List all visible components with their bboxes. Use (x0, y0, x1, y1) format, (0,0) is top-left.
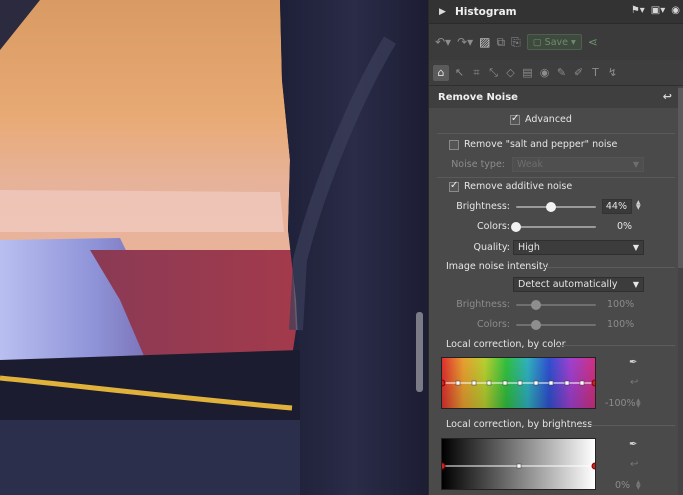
save-button[interactable]: ▢ Save ▾ (526, 34, 582, 50)
brightness-knob[interactable] (546, 202, 557, 212)
panel-scroll-thumb[interactable] (678, 88, 683, 268)
intensity-brightness-label: Brightness: (456, 299, 510, 310)
local-brightness-value[interactable]: 0% (615, 480, 630, 491)
advanced-checkbox[interactable] (510, 113, 520, 125)
salt-pepper-checkbox[interactable] (449, 140, 459, 150)
eye-icon[interactable]: ◉ (538, 66, 551, 79)
local-color-stepper[interactable]: ▲ ▼ (636, 398, 641, 409)
divider (437, 177, 675, 178)
frame-icon[interactable]: ▤ (521, 66, 534, 79)
intensity-brightness-knob[interactable] (531, 300, 541, 310)
divider (437, 133, 675, 134)
intensity-colors-knob[interactable] (531, 320, 541, 330)
share-icon[interactable]: ⋖ (588, 35, 598, 49)
colors-value[interactable]: 0% (617, 221, 632, 232)
chevron-down-icon: ▼ (632, 243, 639, 252)
local-color-title: Local correction, by color (446, 339, 566, 350)
histogram-header[interactable]: ▶ Histogram ⚑▾ ▣▾ ◉ (429, 0, 683, 24)
transform-icon[interactable]: ⤡ (487, 66, 500, 80)
colors-label: Colors: (477, 221, 510, 232)
color-curve-graph[interactable] (438, 358, 599, 408)
circle-icon[interactable]: ◉ (671, 5, 680, 16)
eyedropper-icon[interactable]: ✒ (629, 439, 637, 450)
reset-icon[interactable]: ↩ (630, 377, 638, 388)
brightness-stepper[interactable]: ▲ ▼ (636, 200, 641, 211)
tag-icon[interactable]: ◇ (504, 66, 517, 79)
chevron-down-icon: ▼ (632, 280, 639, 289)
eyedropper-icon[interactable]: ✒ (629, 357, 637, 368)
intensity-colors-value: 100% (607, 319, 635, 330)
chevron-down-icon: ▼ (632, 160, 639, 169)
image-icon[interactable]: ▨ (479, 35, 490, 49)
intensity-colors-label: Colors: (477, 319, 510, 330)
histogram-title: Histogram (455, 5, 517, 18)
brightness-curve-editor[interactable] (438, 438, 599, 490)
salt-pepper-label: Remove "salt and pepper" noise (464, 139, 618, 150)
noise-type-dropdown[interactable]: Weak ▼ (512, 157, 644, 172)
histogram-icons: ⚑▾ ▣▾ ◉ (631, 5, 680, 16)
section-header[interactable]: Remove Noise ↩ (429, 86, 683, 108)
brightness-curve-graph[interactable] (438, 439, 599, 489)
copy-icon[interactable]: ⧉ (497, 35, 506, 50)
crop-icon[interactable]: ⌗ (470, 66, 483, 80)
divider (541, 267, 675, 268)
photo-scrollbar[interactable] (416, 312, 423, 392)
intensity-title: Image noise intensity (446, 261, 549, 272)
quality-value: High (518, 242, 540, 253)
noise-type-label: Noise type: (451, 159, 505, 170)
intensity-mode: Detect automatically (518, 279, 618, 290)
local-color-value[interactable]: -100% (605, 398, 636, 409)
brightness-value[interactable]: 44% (602, 199, 632, 214)
caret-right-icon[interactable]: ▶ (439, 7, 449, 17)
tool-panel: ▶ Histogram ⚑▾ ▣▾ ◉ ↶▾ ↷▾ ▨ ⧉ ⎘ ▢ Save ▾… (428, 0, 683, 495)
local-brightness-title: Local correction, by brightness (446, 419, 593, 430)
additive-label: Remove additive noise (464, 181, 573, 192)
edit-toolbar: ↶▾ ↷▾ ▨ ⧉ ⎘ ▢ Save ▾ ⋖ (429, 24, 683, 60)
save-icon: ▢ (532, 36, 542, 48)
chevron-down-icon: ▾ (571, 36, 576, 48)
advanced-label: Advanced (525, 114, 572, 125)
additive-checkbox[interactable] (449, 180, 459, 192)
redo-icon[interactable]: ↷▾ (457, 35, 473, 49)
intensity-dropdown[interactable]: Detect automatically ▼ (513, 277, 644, 292)
paste-icon[interactable]: ⎘ (511, 35, 521, 50)
section-title: Remove Noise (438, 91, 518, 103)
pointer-icon[interactable]: ↖ (453, 66, 466, 79)
text-icon[interactable]: T (589, 66, 602, 79)
pin-icon[interactable]: ⚑▾ (631, 5, 645, 16)
intensity-brightness-value: 100% (607, 299, 635, 310)
monitor-icon[interactable]: ▣▾ (651, 5, 665, 16)
reset-icon[interactable]: ↩ (663, 90, 672, 103)
tools-toolbar: ⌂ ↖ ⌗ ⤡ ◇ ▤ ◉ ✎ ✐ T ↯ (429, 60, 683, 86)
pen-icon[interactable]: ✐ (572, 66, 585, 79)
undo-icon[interactable]: ↶▾ (435, 35, 451, 49)
reset-icon[interactable]: ↩ (630, 459, 638, 470)
divider (556, 345, 675, 346)
brightness-label: Brightness: (456, 201, 510, 212)
photo-image (0, 0, 428, 495)
quality-dropdown[interactable]: High ▼ (513, 240, 644, 255)
save-label: Save (544, 36, 568, 48)
local-brightness-stepper[interactable]: ▲ ▼ (636, 480, 641, 491)
colors-slider[interactable] (520, 226, 596, 228)
intensity-brightness-slider[interactable] (516, 304, 596, 306)
noise-type-value: Weak (517, 159, 544, 170)
photo-canvas[interactable] (0, 0, 428, 495)
quality-label: Quality: (473, 242, 510, 253)
colors-knob[interactable] (511, 222, 521, 232)
color-curve-editor[interactable] (438, 357, 599, 409)
home-icon[interactable]: ⌂ (433, 64, 449, 81)
divider (577, 425, 675, 426)
brush-icon[interactable]: ✎ (555, 66, 568, 79)
more-icon[interactable]: ↯ (606, 66, 619, 79)
intensity-colors-slider[interactable] (516, 324, 596, 326)
